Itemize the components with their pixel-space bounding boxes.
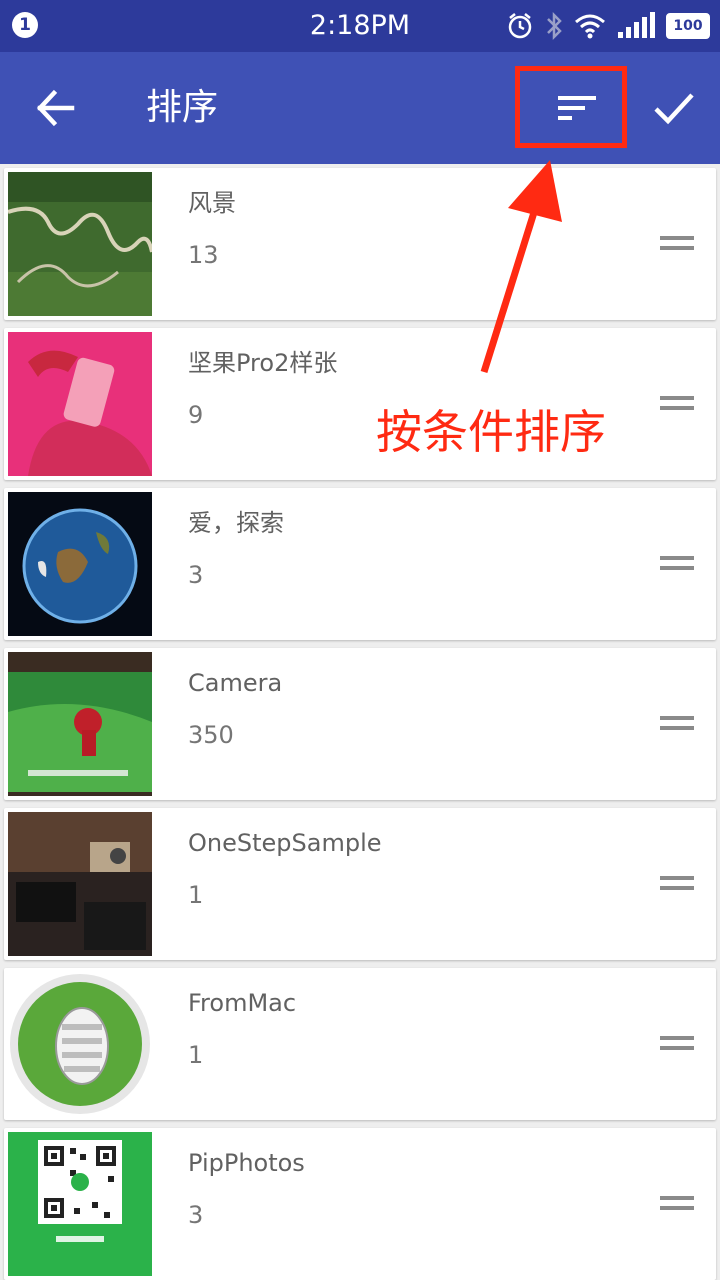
grass-circle-logo-image [8, 972, 152, 1116]
signal-icon [618, 12, 655, 38]
annotation-label: 按条件排序 [376, 405, 606, 459]
album-count: 350 [188, 721, 234, 749]
notification-badge: 1 [12, 12, 38, 38]
status-icons: 100 [506, 10, 710, 42]
status-time: 2:18PM [309, 10, 411, 41]
list-item[interactable]: FromMac 1 [4, 968, 716, 1120]
sort-highlight-box [515, 66, 627, 148]
check-icon [654, 93, 694, 125]
album-count: 9 [188, 401, 204, 429]
drag-handle-icon[interactable] [660, 874, 694, 894]
annotation-arrow-icon [480, 160, 562, 374]
desk-devices-photo-image [8, 812, 152, 956]
status-bar: 1 2:18PM 100 [0, 0, 720, 52]
bluetooth-icon [547, 11, 562, 41]
list-item[interactable]: OneStepSample 1 [4, 808, 716, 960]
drag-handle-icon[interactable] [660, 714, 694, 734]
app-bar: 排序 [0, 52, 720, 164]
album-thumbnail [8, 972, 152, 1116]
drag-handle-icon[interactable] [660, 234, 694, 254]
pink-phone-photo-image [8, 332, 152, 476]
wifi-icon [575, 14, 605, 39]
album-thumbnail [8, 652, 152, 796]
list-item[interactable]: PipPhotos 3 [4, 1128, 716, 1280]
qr-code-image [8, 1132, 152, 1276]
album-name: 爱，探索 [188, 509, 284, 537]
album-count: 1 [188, 1041, 204, 1069]
album-thumbnail [8, 492, 152, 636]
winding-road-landscape-image [8, 172, 152, 316]
list-item[interactable]: 爱，探索 3 [4, 488, 716, 640]
drag-handle-icon[interactable] [660, 1034, 694, 1054]
earth-globe-image [8, 492, 152, 636]
album-name: PipPhotos [188, 1149, 305, 1177]
album-thumbnail [8, 332, 152, 476]
album-count: 1 [188, 881, 204, 909]
arrow-left-icon [36, 89, 75, 127]
confirm-button[interactable] [644, 80, 704, 136]
page-title: 排序 [146, 87, 219, 128]
album-thumbnail [8, 172, 152, 316]
list-item[interactable]: 风景 13 [4, 168, 716, 320]
alarm-icon [508, 13, 532, 39]
album-count: 3 [188, 1201, 204, 1229]
list-item[interactable]: Camera 350 [4, 648, 716, 800]
album-count: 3 [188, 561, 204, 589]
back-button[interactable] [24, 80, 88, 136]
drag-handle-icon[interactable] [660, 394, 694, 414]
album-count: 13 [188, 241, 219, 269]
album-thumbnail [8, 812, 152, 956]
battery-icon: 100 [666, 13, 710, 39]
tv-screen-photo-image [8, 652, 152, 796]
drag-handle-icon[interactable] [660, 1194, 694, 1214]
album-name: Camera [188, 669, 283, 697]
album-thumbnail [8, 1132, 152, 1276]
album-name: FromMac [188, 989, 297, 1017]
album-name: 风景 [188, 189, 236, 217]
drag-handle-icon[interactable] [660, 554, 694, 574]
list-item[interactable]: 坚果Pro2样张 9 [4, 328, 716, 480]
album-name: OneStepSample [188, 829, 382, 857]
album-name: 坚果Pro2样张 [188, 349, 338, 377]
